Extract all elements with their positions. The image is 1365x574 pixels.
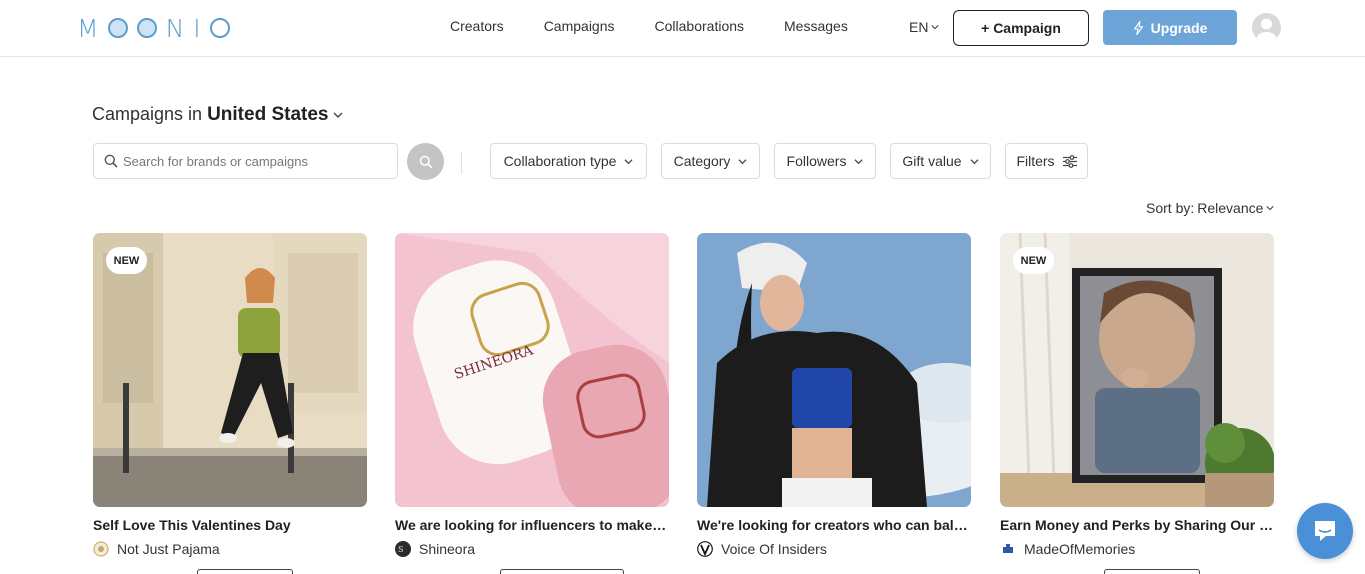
chevron-down-icon[interactable] [333,110,343,120]
filter-label: Collaboration type [503,153,617,169]
sliders-icon [1062,154,1077,168]
nav-collaborations[interactable]: Collaborations [655,18,745,34]
logo-ball-icon [209,18,230,38]
campaign-image[interactable] [697,233,971,507]
chevron-down-icon [1266,206,1275,211]
brand-name: Not Just Pajama [117,541,220,557]
chat-icon [1315,521,1335,541]
search-icon [419,155,432,168]
filter-more-filters[interactable]: Filters [1005,143,1088,179]
campaign-card[interactable]: SHINEORA We are looking for influencers … [395,233,669,574]
main-nav: Creators Campaigns Collaborations Messag… [450,18,888,34]
search-box [93,143,398,179]
user-avatar-icon[interactable] [1252,13,1281,42]
filter-label: Followers [786,153,847,169]
upgrade-button[interactable]: Upgrade [1103,10,1237,45]
filter-label: Category [673,153,731,169]
new-badge: NEW [106,247,147,274]
new-badge: NEW [1013,247,1054,274]
nav-creators[interactable]: Creators [450,18,504,34]
page-title: Campaigns in United States [92,104,343,126]
brand-name: MadeOfMemories [1024,541,1136,557]
card-action-button[interactable] [500,569,624,574]
brand-info[interactable]: Voice Of Insiders [697,541,827,557]
brand-logo-icon [93,541,109,557]
campaign-title[interactable]: Earn Money and Perks by Sharing Our Pr..… [1000,517,1274,533]
brand-info[interactable]: Not Just Pajama [93,541,220,557]
country-selector[interactable]: United States [207,104,328,126]
brand-info[interactable]: MadeOfMemories [1000,541,1135,557]
divider [461,152,462,174]
card-action-button[interactable] [1104,569,1200,574]
filter-gift-value[interactable]: Gift value [890,143,991,179]
search-icon [104,154,118,168]
top-navigation-bar: M NI Creators Campaigns Collaborations Me… [0,0,1365,57]
language-label: EN [909,19,929,35]
filter-label: Filters [1016,153,1055,169]
chat-widget-button[interactable] [1297,503,1353,559]
logo-ball-icon [136,18,157,38]
campaign-title[interactable]: We are looking for influencers to make o… [395,517,669,533]
filter-followers[interactable]: Followers [774,143,876,179]
sort-value: Relevance [1197,200,1264,216]
brand-name: Voice Of Insiders [721,541,827,557]
card-action-button[interactable] [197,569,293,574]
sort-dropdown[interactable]: Sort by: Relevance [1146,200,1275,216]
chevron-down-icon [970,158,979,164]
moonio-logo[interactable]: M NI [77,13,239,43]
search-input[interactable] [123,153,393,169]
filter-category[interactable]: Category [661,143,760,179]
filter-label: Gift value [902,153,962,169]
campaign-image[interactable]: SHINEORA [395,233,669,507]
logo-ball-icon [107,18,128,38]
chevron-down-icon [854,158,863,164]
search-button[interactable] [407,143,444,180]
page-title-prefix: Campaigns in [92,104,203,124]
campaign-image[interactable]: NEW [1000,233,1274,507]
chevron-down-icon [931,25,940,30]
brand-logo-icon [697,541,713,557]
nav-campaigns[interactable]: Campaigns [544,18,615,34]
brand-logo-icon: S [395,541,411,557]
chevron-down-icon [624,158,633,164]
brand-logo-icon [1000,541,1016,557]
campaign-title[interactable]: Self Love This Valentines Day [93,517,367,533]
chevron-down-icon [738,158,747,164]
campaign-title[interactable]: We're looking for creators who can balan… [697,517,971,533]
campaign-card[interactable]: We're looking for creators who can balan… [697,233,971,574]
campaign-card[interactable]: NEW Earn Money and Perks by Sharing Our … [1000,233,1274,574]
language-selector[interactable]: EN [909,19,940,35]
campaign-card[interactable]: NEW Self Love This Valentines Day Not Ju… [93,233,367,574]
lightning-icon [1133,20,1143,35]
sort-label: Sort by: [1146,200,1195,216]
nav-messages[interactable]: Messages [784,18,848,34]
brand-name: Shineora [419,541,476,557]
add-campaign-button[interactable]: + Campaign [953,10,1089,46]
brand-info[interactable]: S Shineora [395,541,475,557]
upgrade-label: Upgrade [1150,19,1208,36]
filter-collaboration-type[interactable]: Collaboration type [490,143,647,179]
campaign-image[interactable]: NEW [93,233,367,507]
svg-text:S: S [398,545,403,554]
